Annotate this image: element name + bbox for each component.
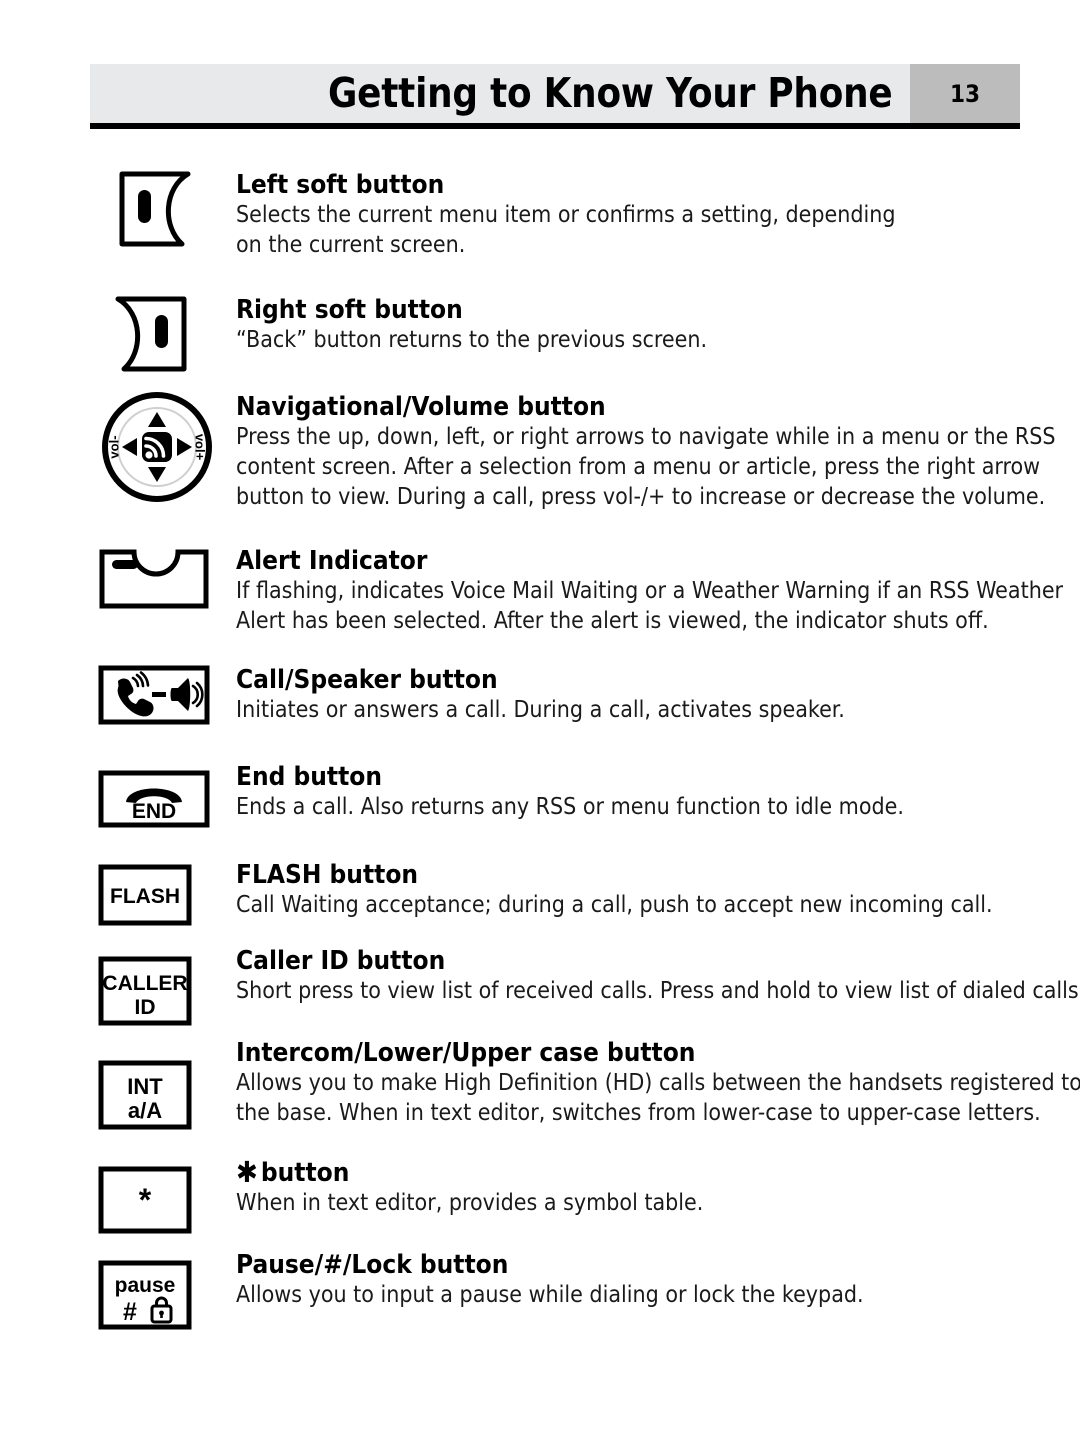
caller-id-key-icon: CALLER ID <box>98 956 216 1026</box>
entry-description: “Back” button returns to the previous sc… <box>236 327 708 354</box>
entry-description: Short press to view list of received cal… <box>236 978 1080 1005</box>
entry-title: FLASH button <box>236 860 419 890</box>
entry-title: ✱ button <box>236 1155 1026 1189</box>
entry-text: Call/Speaker button Initiates or answers… <box>236 665 1026 726</box>
star-key-icon: * <box>98 1166 216 1234</box>
entry-text: Alert Indicator If flashing, indicates V… <box>236 546 1064 637</box>
flash-key-icon: FLASH <box>98 864 216 926</box>
entry-text: FLASH button Call Waiting acceptance; du… <box>236 860 1026 921</box>
entry-text: Right soft button “Back” button returns … <box>236 295 1026 356</box>
entry-title: Alert Indicator <box>236 546 428 576</box>
caller-label: CALLER <box>102 972 187 995</box>
entry-title: Call/Speaker button <box>236 665 498 695</box>
page-number-block: 13 <box>910 64 1020 123</box>
case-label: a/A <box>128 1098 162 1123</box>
rss-icon <box>142 432 172 462</box>
star-glyph-icon: ✱ <box>236 1155 258 1189</box>
right-soft-button-icon <box>98 295 216 373</box>
entry-description: Allows you to make High Definition (HD) … <box>236 1070 1080 1127</box>
id-label: ID <box>135 996 156 1019</box>
end-key-icon: END <box>98 770 216 828</box>
entry-description: If flashing, indicates Voice Mail Waitin… <box>236 578 1064 635</box>
entry-title-text: button <box>260 1158 350 1188</box>
entry-description: Initiates or answers a call. During a ca… <box>236 697 845 724</box>
entry-title: Pause/#/Lock button <box>236 1250 509 1280</box>
pause-label: pause <box>115 1274 176 1297</box>
entry-description: When in text editor, provides a symbol t… <box>236 1190 704 1217</box>
entry-text: ✱ button When in text editor, provides a … <box>236 1158 1026 1219</box>
vol-down-label: vol- <box>106 435 121 458</box>
entry-description: Ends a call. Also returns any RSS or men… <box>236 794 904 821</box>
entry-text: Left soft button Selects the current men… <box>236 170 1026 261</box>
page-title: Getting to Know Your Phone <box>328 69 893 117</box>
led-dash-icon <box>112 560 138 569</box>
entry-description: Press the up, down, left, or right arrow… <box>236 424 1056 510</box>
page-number: 13 <box>949 79 981 108</box>
entry-description: Allows you to input a pause while dialin… <box>236 1282 864 1309</box>
entry-text: Pause/#/Lock button Allows you to input … <box>236 1250 1026 1311</box>
int-label: INT <box>127 1074 163 1099</box>
alert-indicator-icon <box>98 548 216 610</box>
entry-title: Right soft button <box>236 295 463 325</box>
left-soft-button-icon <box>98 170 216 248</box>
header-rule <box>90 123 1020 129</box>
vol-up-label: vol+ <box>193 434 208 461</box>
end-label: END <box>132 800 176 823</box>
flash-label: FLASH <box>110 885 180 908</box>
entry-description: Call Waiting acceptance; during a call, … <box>236 892 993 919</box>
hash-label: # <box>123 1298 137 1326</box>
entry-title: End button <box>236 762 383 792</box>
pause-hash-lock-key-icon: pause # <box>98 1260 216 1330</box>
star-label: * <box>139 1182 152 1218</box>
entry-title: Caller ID button <box>236 946 446 976</box>
entry-title: Left soft button <box>236 170 445 200</box>
entry-title: Navigational/Volume button <box>236 392 606 422</box>
page-header-bar: Getting to Know Your Phone 13 <box>90 64 1020 123</box>
intercom-key-icon: INT a/A <box>98 1060 216 1130</box>
entry-text: Navigational/Volume button Press the up,… <box>236 392 1056 513</box>
dash-icon <box>152 692 166 697</box>
entry-description: Selects the current menu item or confirm… <box>236 202 896 259</box>
entry-text: Intercom/Lower/Upper case button Allows … <box>236 1038 1080 1129</box>
entry-text: Caller ID button Short press to view lis… <box>236 946 1080 1007</box>
entry-text: End button Ends a call. Also returns any… <box>236 762 1026 823</box>
entry-title: Intercom/Lower/Upper case button <box>236 1038 696 1068</box>
call-speaker-icon <box>98 665 216 725</box>
navigation-dpad-icon: vol- vol+ <box>98 388 216 506</box>
